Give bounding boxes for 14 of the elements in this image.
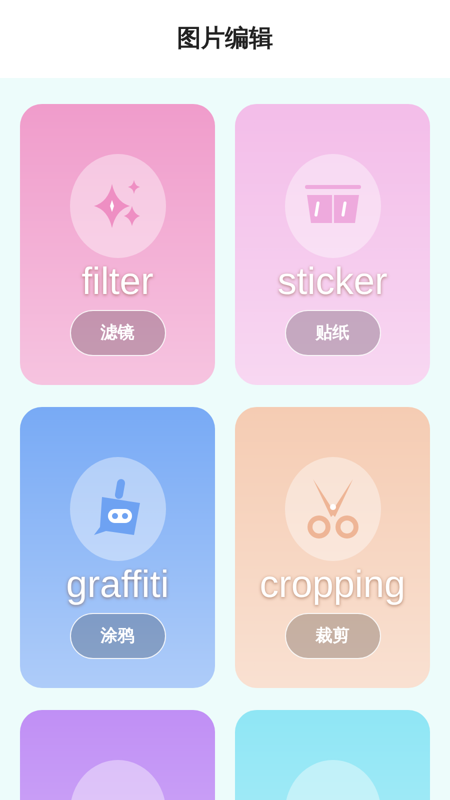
feature-button[interactable]: 裁剪 — [284, 613, 380, 659]
feature-card[interactable]: cropping 裁剪 — [235, 407, 430, 688]
feature-button[interactable]: 涂鸦 — [70, 613, 166, 659]
feature-card[interactable]: filter 滤镜 — [20, 104, 215, 385]
feature-button[interactable]: 贴纸 — [284, 310, 380, 356]
page-title: 图片编辑 — [177, 24, 273, 54]
feature-button[interactable]: 滤镜 — [70, 310, 166, 356]
english-word: cropping — [260, 563, 406, 607]
english-word: sticker — [278, 260, 388, 304]
feature-card[interactable]: sticker 贴纸 — [235, 104, 430, 385]
feature-card[interactable]: graffiti 涂鸦 — [20, 407, 215, 688]
english-word: graffiti — [66, 563, 169, 607]
scissors-icon — [304, 477, 360, 541]
english-word: filter — [82, 260, 154, 304]
